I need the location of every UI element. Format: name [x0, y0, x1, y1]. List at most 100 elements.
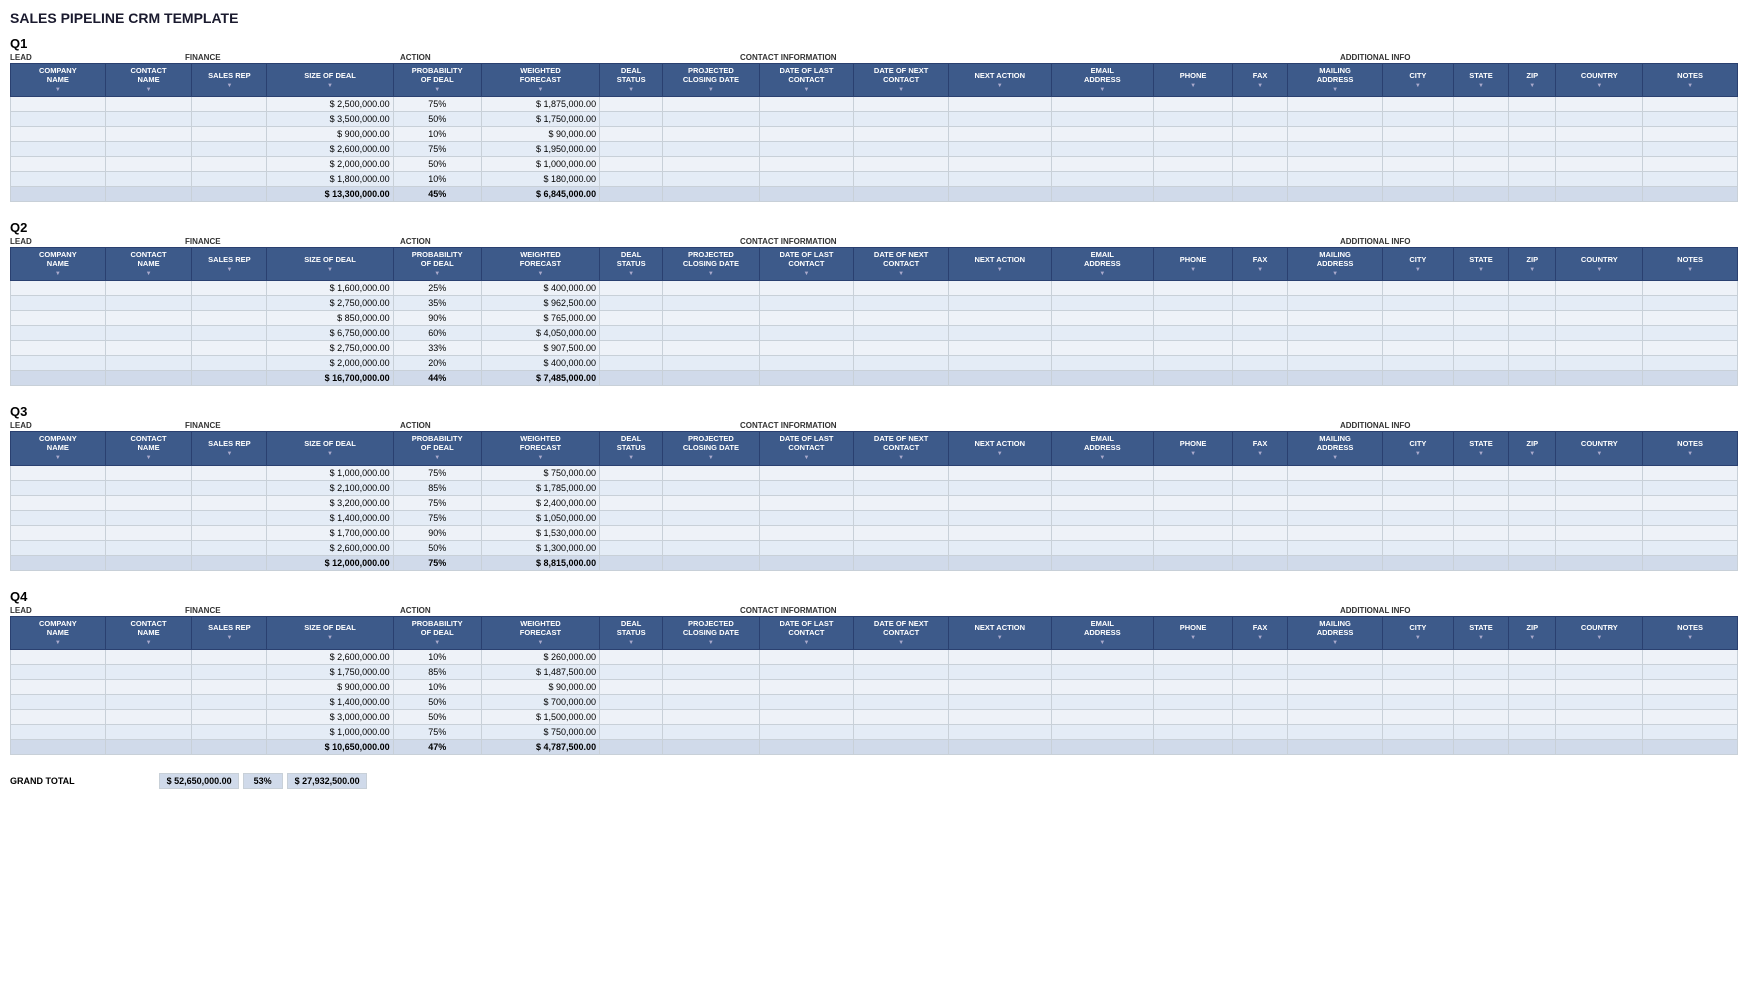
filter-dropdown-arrow[interactable]: ▼	[997, 83, 1003, 89]
filter-dropdown-arrow[interactable]: ▼	[1478, 451, 1484, 457]
col-header-zip: ZIP ▼	[1509, 248, 1556, 281]
quarter-q1-label: Q1	[10, 36, 1738, 51]
filter-dropdown-arrow[interactable]: ▼	[1257, 83, 1263, 89]
filter-dropdown-arrow[interactable]: ▼	[55, 271, 61, 277]
filter-dropdown-arrow[interactable]: ▼	[226, 267, 232, 273]
filter-dropdown-arrow[interactable]: ▼	[537, 271, 543, 277]
filter-dropdown-arrow[interactable]: ▼	[1478, 83, 1484, 89]
filter-dropdown-arrow[interactable]: ▼	[434, 271, 440, 277]
filter-dropdown-arrow[interactable]: ▼	[708, 87, 714, 93]
quarter-q2-label: Q2	[10, 220, 1738, 235]
filter-dropdown-arrow[interactable]: ▼	[537, 455, 543, 461]
filter-dropdown-arrow[interactable]: ▼	[1257, 451, 1263, 457]
filter-dropdown-arrow[interactable]: ▼	[1257, 267, 1263, 273]
filter-dropdown-arrow[interactable]: ▼	[1332, 271, 1338, 277]
filter-dropdown-arrow[interactable]: ▼	[1332, 455, 1338, 461]
filter-dropdown-arrow[interactable]: ▼	[1415, 451, 1421, 457]
filter-dropdown-arrow[interactable]: ▼	[226, 83, 232, 89]
filter-dropdown-arrow[interactable]: ▼	[327, 635, 333, 641]
cat-label-lead: LEAD	[10, 421, 185, 430]
grand-total-forecast: $ 27,932,500.00	[287, 773, 367, 789]
filter-dropdown-arrow[interactable]: ▼	[55, 640, 61, 646]
filter-dropdown-arrow[interactable]: ▼	[803, 455, 809, 461]
filter-dropdown-arrow[interactable]: ▼	[146, 640, 152, 646]
filter-dropdown-arrow[interactable]: ▼	[55, 87, 61, 93]
filter-dropdown-arrow[interactable]: ▼	[1529, 451, 1535, 457]
filter-dropdown-arrow[interactable]: ▼	[898, 455, 904, 461]
filter-dropdown-arrow[interactable]: ▼	[1529, 635, 1535, 641]
cat-label-contact-information: CONTACT INFORMATION	[740, 606, 1340, 615]
filter-dropdown-arrow[interactable]: ▼	[997, 451, 1003, 457]
col-header-phone: PHONE ▼	[1154, 64, 1233, 97]
filter-dropdown-arrow[interactable]: ▼	[434, 640, 440, 646]
filter-dropdown-arrow[interactable]: ▼	[1099, 455, 1105, 461]
col-header-weighted-forecast: WEIGHTEDFORECAST ▼	[481, 616, 599, 649]
filter-dropdown-arrow[interactable]: ▼	[898, 87, 904, 93]
filter-dropdown-arrow[interactable]: ▼	[628, 640, 634, 646]
filter-dropdown-arrow[interactable]: ▼	[997, 267, 1003, 273]
filter-dropdown-arrow[interactable]: ▼	[1478, 635, 1484, 641]
filter-dropdown-arrow[interactable]: ▼	[898, 271, 904, 277]
filter-dropdown-arrow[interactable]: ▼	[1332, 640, 1338, 646]
filter-dropdown-arrow[interactable]: ▼	[327, 83, 333, 89]
filter-dropdown-arrow[interactable]: ▼	[327, 451, 333, 457]
filter-dropdown-arrow[interactable]: ▼	[1687, 451, 1693, 457]
filter-dropdown-arrow[interactable]: ▼	[803, 640, 809, 646]
col-header-weighted-forecast: WEIGHTEDFORECAST ▼	[481, 248, 599, 281]
filter-dropdown-arrow[interactable]: ▼	[1478, 267, 1484, 273]
table-row: $ 3,500,000.0050%$ 1,750,000.00	[11, 112, 1738, 127]
col-header-state: STATE ▼	[1453, 64, 1508, 97]
filter-dropdown-arrow[interactable]: ▼	[1190, 267, 1196, 273]
filter-dropdown-arrow[interactable]: ▼	[327, 267, 333, 273]
filter-dropdown-arrow[interactable]: ▼	[434, 87, 440, 93]
col-header-country: COUNTRY ▼	[1556, 248, 1643, 281]
filter-dropdown-arrow[interactable]: ▼	[537, 87, 543, 93]
filter-dropdown-arrow[interactable]: ▼	[1415, 635, 1421, 641]
filter-dropdown-arrow[interactable]: ▼	[537, 640, 543, 646]
filter-dropdown-arrow[interactable]: ▼	[1596, 635, 1602, 641]
filter-dropdown-arrow[interactable]: ▼	[628, 455, 634, 461]
filter-dropdown-arrow[interactable]: ▼	[55, 455, 61, 461]
filter-dropdown-arrow[interactable]: ▼	[1529, 83, 1535, 89]
filter-dropdown-arrow[interactable]: ▼	[1687, 635, 1693, 641]
filter-dropdown-arrow[interactable]: ▼	[1415, 83, 1421, 89]
quarter-q4-label: Q4	[10, 589, 1738, 604]
filter-dropdown-arrow[interactable]: ▼	[708, 271, 714, 277]
filter-dropdown-arrow[interactable]: ▼	[997, 635, 1003, 641]
col-header-sales-rep: SALES REP ▼	[192, 64, 267, 97]
filter-dropdown-arrow[interactable]: ▼	[1687, 83, 1693, 89]
filter-dropdown-arrow[interactable]: ▼	[628, 271, 634, 277]
filter-dropdown-arrow[interactable]: ▼	[146, 455, 152, 461]
filter-dropdown-arrow[interactable]: ▼	[1099, 87, 1105, 93]
filter-dropdown-arrow[interactable]: ▼	[628, 87, 634, 93]
filter-dropdown-arrow[interactable]: ▼	[708, 640, 714, 646]
col-header-date-of-next-contact: DATE OF NEXTCONTACT ▼	[854, 616, 949, 649]
filter-dropdown-arrow[interactable]: ▼	[1099, 271, 1105, 277]
filter-dropdown-arrow[interactable]: ▼	[1190, 635, 1196, 641]
filter-dropdown-arrow[interactable]: ▼	[1190, 83, 1196, 89]
filter-dropdown-arrow[interactable]: ▼	[226, 635, 232, 641]
filter-dropdown-arrow[interactable]: ▼	[1596, 451, 1602, 457]
filter-dropdown-arrow[interactable]: ▼	[1596, 267, 1602, 273]
filter-dropdown-arrow[interactable]: ▼	[1099, 640, 1105, 646]
filter-dropdown-arrow[interactable]: ▼	[1257, 635, 1263, 641]
filter-dropdown-arrow[interactable]: ▼	[803, 271, 809, 277]
filter-dropdown-arrow[interactable]: ▼	[1415, 267, 1421, 273]
filter-dropdown-arrow[interactable]: ▼	[146, 271, 152, 277]
filter-dropdown-arrow[interactable]: ▼	[1332, 87, 1338, 93]
filter-dropdown-arrow[interactable]: ▼	[1596, 83, 1602, 89]
filter-dropdown-arrow[interactable]: ▼	[146, 87, 152, 93]
table-row: $ 1,750,000.0085%$ 1,487,500.00	[11, 664, 1738, 679]
col-header-country: COUNTRY ▼	[1556, 616, 1643, 649]
filter-dropdown-arrow[interactable]: ▼	[434, 455, 440, 461]
col-header-next-action: NEXT ACTION ▼	[948, 432, 1051, 465]
filter-dropdown-arrow[interactable]: ▼	[1687, 267, 1693, 273]
filter-dropdown-arrow[interactable]: ▼	[803, 87, 809, 93]
col-header-zip: ZIP ▼	[1509, 432, 1556, 465]
filter-dropdown-arrow[interactable]: ▼	[226, 451, 232, 457]
filter-dropdown-arrow[interactable]: ▼	[1529, 267, 1535, 273]
filter-dropdown-arrow[interactable]: ▼	[898, 640, 904, 646]
filter-dropdown-arrow[interactable]: ▼	[708, 455, 714, 461]
filter-dropdown-arrow[interactable]: ▼	[1190, 451, 1196, 457]
col-header-company-name: COMPANYNAME ▼	[11, 616, 106, 649]
